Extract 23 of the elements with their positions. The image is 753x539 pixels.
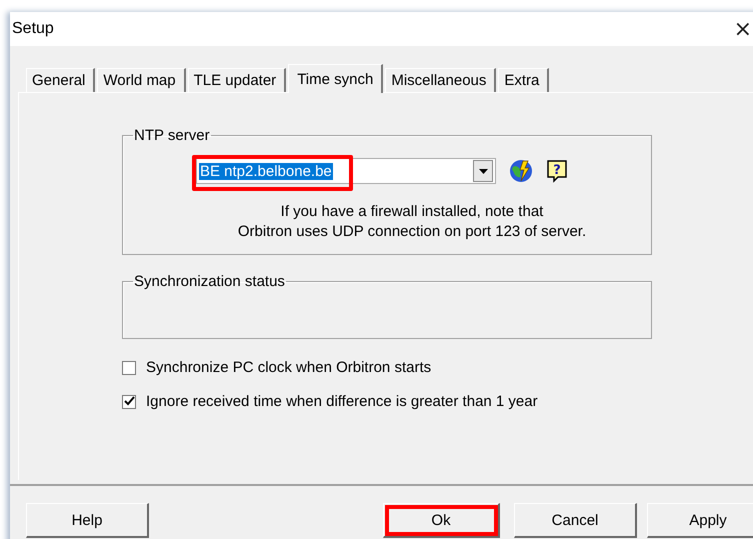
close-button[interactable]: × bbox=[734, 16, 753, 42]
checkbox[interactable] bbox=[122, 394, 136, 408]
checkbox-label[interactable]: Synchronize PC clock when Orbitron starts bbox=[146, 359, 432, 376]
group-title: Synchronization status bbox=[133, 273, 286, 290]
globe-lightning-icon[interactable] bbox=[508, 158, 534, 184]
dialog-button[interactable]: Ok bbox=[382, 503, 500, 538]
tab[interactable]: Miscellaneous bbox=[385, 68, 496, 92]
help-icon[interactable]: ? bbox=[546, 159, 568, 183]
dropdown-arrow-icon bbox=[478, 168, 488, 174]
tab[interactable]: Time synch bbox=[288, 64, 384, 93]
window-title: Setup bbox=[12, 20, 54, 38]
dialog-button[interactable]: Help bbox=[26, 503, 149, 538]
tab[interactable]: General bbox=[26, 68, 96, 92]
firewall-note: Orbitron uses UDP connection on port 123 of server. bbox=[236, 222, 588, 242]
dialog-button[interactable]: Apply bbox=[647, 503, 753, 538]
checkbox[interactable] bbox=[122, 360, 136, 374]
tab[interactable]: TLE updater bbox=[188, 68, 286, 92]
tab[interactable]: Extra bbox=[498, 68, 550, 92]
group-title: NTP server bbox=[133, 127, 211, 144]
firewall-note: If you have a firewall installed, note that bbox=[280, 202, 544, 222]
tab[interactable]: World map bbox=[97, 68, 186, 92]
checkbox-label[interactable]: Ignore received time when difference is greater than 1 year bbox=[146, 393, 538, 410]
dialog-button[interactable]: Cancel bbox=[514, 503, 638, 538]
